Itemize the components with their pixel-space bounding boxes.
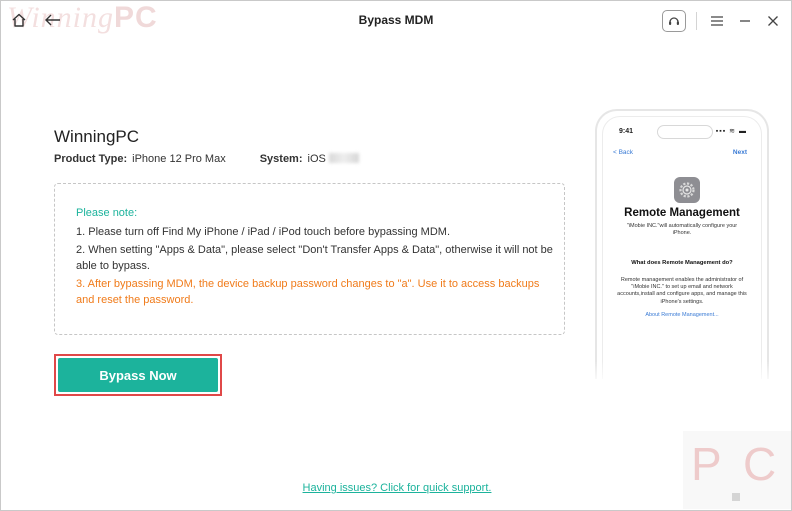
phone-subtitle: "iMobie INC."will automatically configur… [626,223,738,236]
title-bar: WinningPC Bypass MDM [1,1,791,41]
phone-description: Remote management enables the administra… [617,277,747,305]
phone-illustration: 9:41 ▪▪▪ ≋ ▬ < Back Next Remote Manageme… [595,109,769,379]
phone-screen: 9:41 ▪▪▪ ≋ ▬ < Back Next Remote Manageme… [602,116,762,379]
phone-time: 9:41 [619,128,634,135]
quick-support-link[interactable]: Having issues? Click for quick support. [1,482,791,494]
phone-back-link: < Back [613,149,634,156]
settings-gear-icon [674,177,700,203]
title-bar-right [662,10,783,32]
product-type-value: iPhone 12 Pro Max [132,153,226,165]
note-item: 1. Please turn off Find My iPhone / iPad… [76,225,450,238]
note-warning: 3. After bypassing MDM, the device backu… [76,278,540,306]
note-box: Please note: 1. Please turn off Find My … [54,183,565,335]
device-name: WinningPC [54,127,140,146]
minimize-icon[interactable] [735,11,755,31]
close-icon[interactable] [763,11,783,31]
title-divider [696,12,697,30]
phone-next-link: Next [732,149,747,156]
watermark-letter-c: C [743,438,777,490]
note-item: 2. When setting "Apps & Data", please se… [76,244,553,272]
note-title: Please note: [76,207,138,219]
phone-fade [581,361,791,401]
watermark-dot [732,493,740,501]
phone-status-icons: ▪▪▪ ≋ ▬ [715,128,747,135]
corner-watermark: P C [683,431,791,509]
bypass-highlight: Bypass Now [54,354,222,396]
phone-notch [657,125,713,139]
bypass-now-button[interactable]: Bypass Now [58,358,218,392]
blurred-version [328,153,359,163]
app-window: WinningPC Bypass MDM WinningPC Product T… [0,0,792,511]
phone-question: What does Remote Management do? [631,260,733,266]
system-value: iOS [307,153,326,165]
product-type-label: Product Type: [54,153,128,165]
menu-icon[interactable] [707,11,727,31]
headset-support-icon[interactable] [662,10,686,32]
device-info: Product Type: iPhone 12 Pro Max System: … [54,153,359,165]
phone-title: Remote Management [624,207,740,219]
phone-about-link: About Remote Management... [645,312,719,318]
system-label: System: [259,153,303,165]
watermark-letter-p: P [691,438,722,490]
